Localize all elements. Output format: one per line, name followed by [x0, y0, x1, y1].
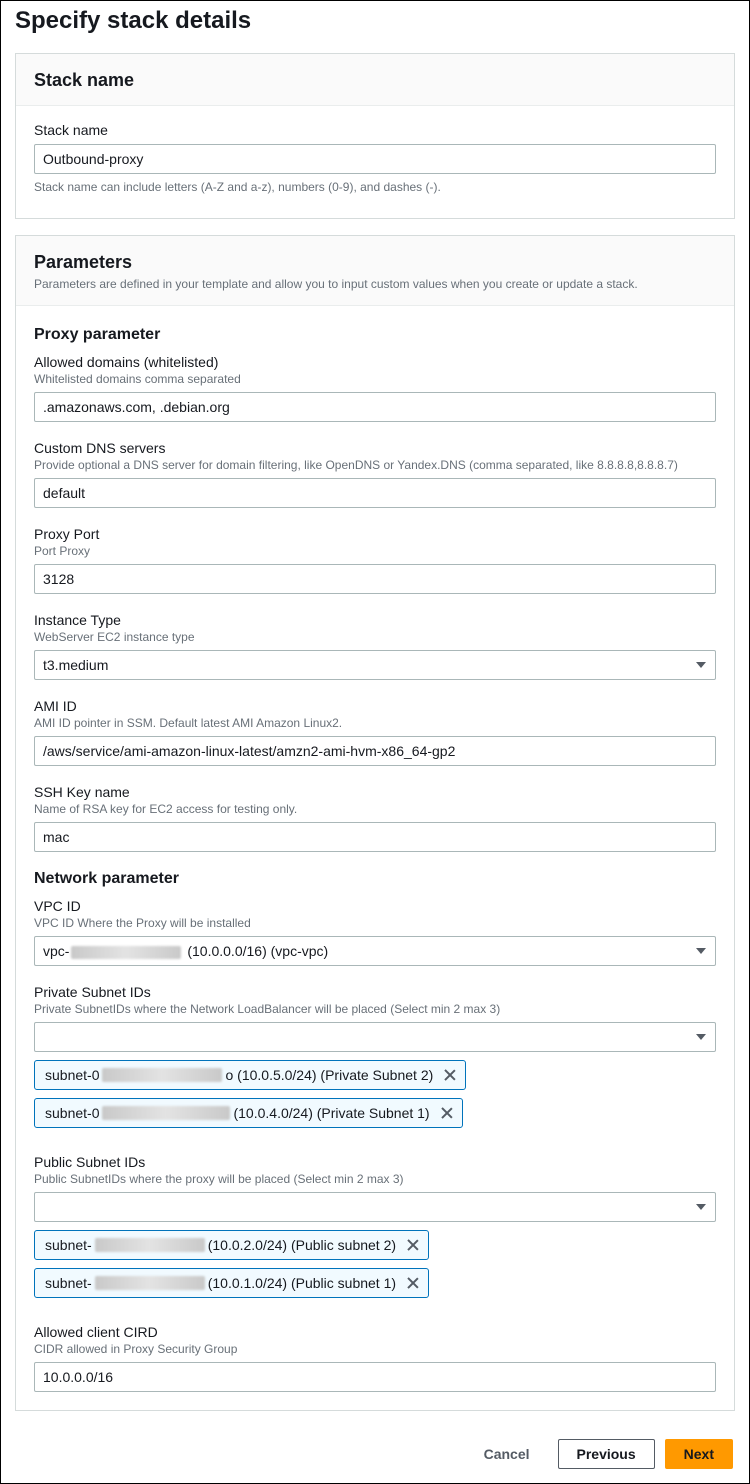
public-subnets-chips: subnet- (10.0.2.0/24) (Public subnet 2)s…: [34, 1230, 716, 1306]
stack-name-label: Stack name: [34, 122, 716, 138]
proxy-port-label: Proxy Port: [34, 526, 716, 542]
close-icon[interactable]: [443, 1068, 457, 1082]
ami-id-hint: AMI ID pointer in SSM. Default latest AM…: [34, 716, 716, 730]
instance-type-select[interactable]: [34, 650, 716, 680]
ssh-key-input[interactable]: [34, 822, 716, 852]
public-subnets-label: Public Subnet IDs: [34, 1154, 716, 1170]
network-section-title: Network parameter: [34, 870, 716, 888]
allowed-cidr-input[interactable]: [34, 1362, 716, 1392]
chip-prefix: subnet-0: [45, 1105, 99, 1121]
ssh-key-label: SSH Key name: [34, 784, 716, 800]
allowed-cidr-hint: CIDR allowed in Proxy Security Group: [34, 1342, 716, 1356]
close-icon[interactable]: [406, 1276, 420, 1290]
public-subnets-select[interactable]: [34, 1192, 716, 1222]
private-subnets-select[interactable]: [34, 1022, 716, 1052]
stack-name-block: Stack name Stack name Stack name can inc…: [15, 53, 735, 219]
ssh-key-hint: Name of RSA key for EC2 access for testi…: [34, 802, 716, 816]
chip-prefix: subnet-0: [45, 1067, 99, 1083]
instance-type-hint: WebServer EC2 instance type: [34, 630, 716, 644]
parameters-header: Parameters Parameters are defined in you…: [16, 236, 734, 306]
chip-suffix: o (10.0.5.0/24) (Private Subnet 2): [225, 1067, 433, 1083]
custom-dns-hint: Provide optional a DNS server for domain…: [34, 458, 716, 472]
subnet-chip: subnet- (10.0.1.0/24) (Public subnet 1): [34, 1268, 429, 1298]
redacted-text: [95, 1276, 205, 1290]
vpc-id-select[interactable]: vpc- (10.0.0.0/16) (vpc-vpc): [34, 936, 716, 966]
parameters-description: Parameters are defined in your template …: [34, 277, 716, 291]
proxy-port-hint: Port Proxy: [34, 544, 716, 558]
vpc-id-prefix: vpc-: [43, 943, 69, 959]
stack-name-hint: Stack name can include letters (A-Z and …: [34, 180, 716, 194]
close-icon[interactable]: [440, 1106, 454, 1120]
vpc-id-label: VPC ID: [34, 898, 716, 914]
page-title: Specify stack details: [1, 1, 749, 45]
chip-suffix: (10.0.1.0/24) (Public subnet 1): [208, 1275, 396, 1291]
parameters-heading: Parameters: [34, 252, 716, 273]
custom-dns-label: Custom DNS servers: [34, 440, 716, 456]
previous-button[interactable]: Previous: [558, 1439, 655, 1469]
stack-name-input[interactable]: [34, 144, 716, 174]
stack-name-heading: Stack name: [34, 70, 716, 91]
allowed-domains-label: Allowed domains (whitelisted): [34, 354, 716, 370]
subnet-chip: subnet-0 o (10.0.5.0/24) (Private Subnet …: [34, 1060, 466, 1090]
ami-id-input[interactable]: [34, 736, 716, 766]
private-subnets-hint: Private SubnetIDs where the Network Load…: [34, 1002, 716, 1016]
subnet-chip: subnet-0 (10.0.4.0/24) (Private Subnet 1…: [34, 1098, 463, 1128]
vpc-id-hint: VPC ID Where the Proxy will be installed: [34, 916, 716, 930]
chip-suffix: (10.0.2.0/24) (Public subnet 2): [208, 1237, 396, 1253]
custom-dns-input[interactable]: [34, 478, 716, 508]
stack-name-header: Stack name: [16, 54, 734, 106]
vpc-id-suffix: (10.0.0.0/16) (vpc-vpc): [183, 943, 328, 959]
redacted-text: [95, 1238, 205, 1252]
allowed-domains-input[interactable]: [34, 392, 716, 422]
next-button[interactable]: Next: [665, 1439, 733, 1469]
close-icon[interactable]: [406, 1238, 420, 1252]
chip-prefix: subnet-: [45, 1275, 92, 1291]
chip-prefix: subnet-: [45, 1237, 92, 1253]
public-subnets-hint: Public SubnetIDs where the proxy will be…: [34, 1172, 716, 1186]
redacted-text: [71, 946, 181, 959]
cancel-button[interactable]: Cancel: [466, 1440, 548, 1468]
redacted-text: [102, 1106, 230, 1120]
chip-suffix: (10.0.4.0/24) (Private Subnet 1): [233, 1105, 429, 1121]
redacted-text: [102, 1068, 222, 1082]
proxy-section-title: Proxy parameter: [34, 326, 716, 344]
parameters-block: Parameters Parameters are defined in you…: [15, 235, 735, 1411]
subnet-chip: subnet- (10.0.2.0/24) (Public subnet 2): [34, 1230, 429, 1260]
allowed-domains-hint: Whitelisted domains comma separated: [34, 372, 716, 386]
proxy-port-input[interactable]: [34, 564, 716, 594]
private-subnets-chips: subnet-0 o (10.0.5.0/24) (Private Subnet …: [34, 1060, 716, 1136]
ami-id-label: AMI ID: [34, 698, 716, 714]
allowed-cidr-label: Allowed client CIRD: [34, 1324, 716, 1340]
instance-type-label: Instance Type: [34, 612, 716, 628]
private-subnets-label: Private Subnet IDs: [34, 984, 716, 1000]
footer-actions: Cancel Previous Next: [1, 1427, 749, 1483]
